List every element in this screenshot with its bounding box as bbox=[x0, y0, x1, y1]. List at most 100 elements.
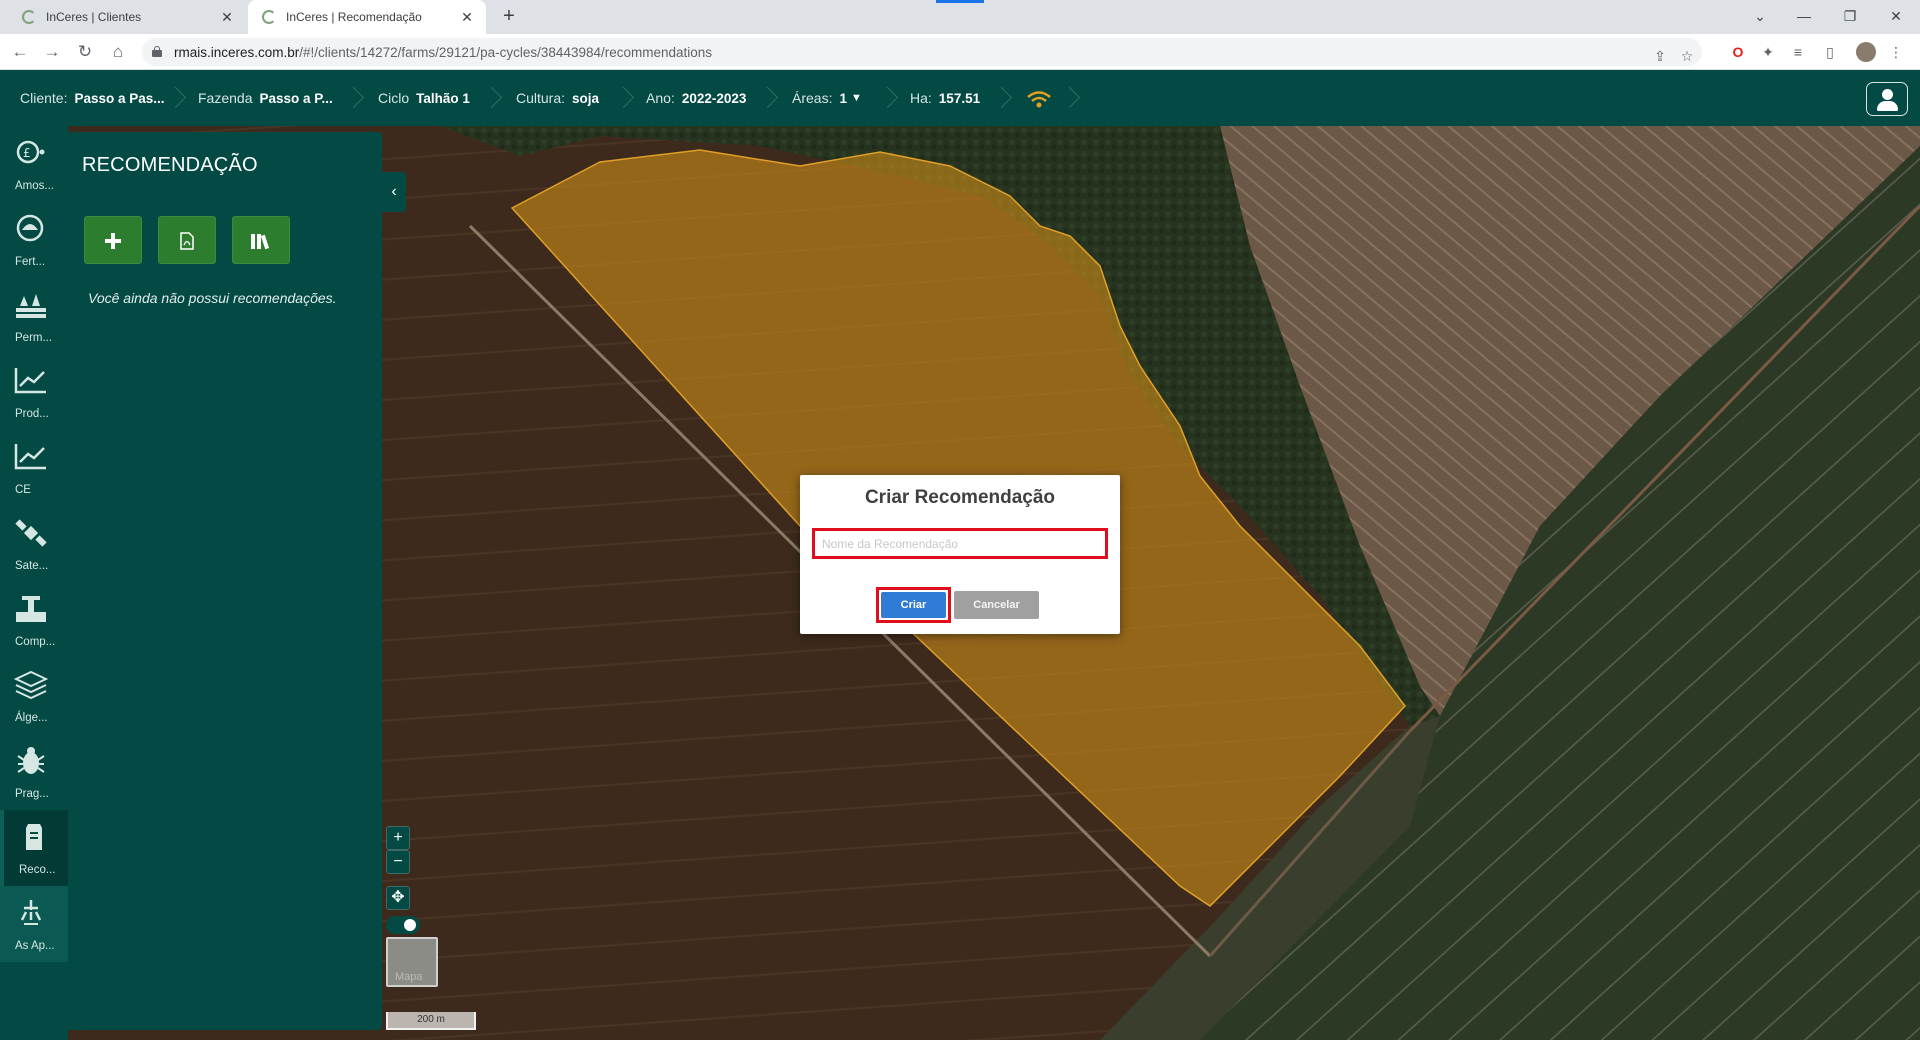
panel-title: RECOMENDAÇÃO bbox=[82, 154, 258, 176]
breadcrumb-separator bbox=[346, 86, 360, 110]
rail-item-amostragem[interactable]: £ Amos... bbox=[0, 126, 68, 202]
breadcrumb-value: soja bbox=[572, 90, 600, 106]
extensions-icon[interactable]: ✦ bbox=[1758, 42, 1778, 62]
reload-icon[interactable]: ↻ bbox=[73, 40, 97, 64]
wifi-icon bbox=[1027, 91, 1051, 108]
rail-item-pragas[interactable]: Prag... bbox=[0, 734, 68, 810]
rail-item-recomendacao[interactable]: Reco... bbox=[0, 810, 68, 886]
new-tab-button[interactable]: + bbox=[496, 5, 522, 29]
chevron-down-icon[interactable]: ▼ bbox=[851, 92, 862, 104]
close-tab-icon[interactable]: ✕ bbox=[458, 9, 476, 26]
lock-icon bbox=[152, 46, 162, 57]
rail-item-compactacao[interactable]: Comp... bbox=[0, 582, 68, 658]
breadcrumb-label: Ciclo bbox=[378, 90, 410, 106]
fertility-icon bbox=[16, 214, 44, 242]
breadcrumb-ano[interactable]: Ano: 2022-2023 bbox=[646, 70, 746, 126]
pdf-export-button[interactable] bbox=[158, 216, 216, 264]
browser-toolbar: ← → ↻ ⌂ rmais.inceres.com.br/#!/clients/… bbox=[0, 34, 1920, 70]
breadcrumb-separator bbox=[484, 86, 498, 110]
recommendation-panel: RECOMENDAÇÃO Você ainda não possui recom… bbox=[68, 132, 382, 1030]
collapse-panel-button[interactable]: ‹ bbox=[382, 172, 406, 212]
books-icon bbox=[251, 234, 270, 250]
browser-tab-recomendacao[interactable]: InCeres | Recomendação ✕ bbox=[248, 0, 486, 34]
menu-icon[interactable]: ⋮ bbox=[1886, 42, 1906, 62]
breadcrumb-label: Ano: bbox=[646, 90, 675, 106]
breadcrumb-value: Talhão 1 bbox=[416, 90, 470, 106]
address-bar[interactable]: rmais.inceres.com.br/#!/clients/14272/fa… bbox=[142, 38, 1702, 66]
rail-item-aplicacoes[interactable]: As Ap... bbox=[0, 886, 68, 962]
rail-item-ce[interactable]: CE bbox=[0, 430, 68, 506]
rail-item-produtividade[interactable]: Prod... bbox=[0, 354, 68, 430]
rail-item-permanente[interactable]: Perm... bbox=[0, 278, 68, 354]
add-recommendation-button[interactable] bbox=[84, 216, 142, 264]
pan-move-icon[interactable]: ✥ bbox=[386, 886, 410, 910]
restore-button[interactable]: ❐ bbox=[1830, 4, 1870, 28]
bug-icon bbox=[17, 747, 45, 774]
opera-icon[interactable]: O bbox=[1728, 42, 1748, 62]
breadcrumb-ciclo[interactable]: Ciclo Talhão 1 bbox=[378, 70, 470, 126]
zoom-in-button[interactable]: + bbox=[386, 826, 410, 850]
breadcrumb-separator bbox=[994, 86, 1008, 110]
browser-tab-clientes[interactable]: InCeres | Clientes ✕ bbox=[8, 0, 246, 34]
recommendation-name-input[interactable] bbox=[812, 528, 1108, 559]
bookmark-star-icon[interactable]: ☆ bbox=[1677, 46, 1697, 66]
breadcrumb-value: Passo a Pas... bbox=[74, 90, 165, 106]
rail-item-fertilidade[interactable]: Fert... bbox=[0, 202, 68, 278]
zoom-out-button[interactable]: − bbox=[386, 850, 410, 874]
layer-label: Mapa bbox=[395, 971, 423, 983]
close-window-button[interactable]: ✕ bbox=[1876, 4, 1916, 28]
rail-item-label: Álge... bbox=[15, 712, 48, 724]
user-menu-button[interactable] bbox=[1866, 82, 1908, 116]
scale-bar: 200 m bbox=[386, 1012, 476, 1030]
tab-search-icon[interactable]: ⌄ bbox=[1740, 4, 1780, 28]
cancel-button[interactable]: Cancelar bbox=[954, 591, 1039, 619]
library-button[interactable] bbox=[232, 216, 290, 264]
share-icon[interactable]: ⇪ bbox=[1650, 46, 1670, 66]
productivity-chart-icon bbox=[14, 368, 46, 394]
rail-item-satelite[interactable]: Sate... bbox=[0, 506, 68, 582]
layer-toggle[interactable] bbox=[386, 916, 420, 934]
pdf-file-icon bbox=[180, 232, 194, 250]
close-tab-icon[interactable]: ✕ bbox=[218, 9, 236, 26]
tab-title: InCeres | Clientes bbox=[46, 10, 142, 24]
back-icon[interactable]: ← bbox=[8, 40, 32, 64]
breadcrumb-cliente[interactable]: Cliente: Passo a Pas... bbox=[20, 70, 165, 126]
app-header: Cliente: Passo a Pas... Fazenda Passo a … bbox=[0, 70, 1920, 126]
create-button[interactable]: Criar bbox=[876, 587, 951, 623]
permanent-icon bbox=[16, 294, 46, 318]
minimize-button[interactable]: — bbox=[1784, 4, 1824, 28]
breadcrumb-value: 157.51 bbox=[938, 90, 981, 106]
breadcrumb-label: Ha: bbox=[910, 90, 932, 106]
profile-avatar[interactable] bbox=[1856, 42, 1876, 62]
rail-item-label: Prag... bbox=[15, 788, 49, 800]
create-recommendation-dialog: Criar Recomendação Criar Cancelar bbox=[800, 475, 1120, 634]
rail-item-label: Fert... bbox=[15, 256, 46, 268]
sampling-icon: £ bbox=[16, 140, 45, 164]
forward-icon[interactable]: → bbox=[40, 40, 64, 64]
tab-title: InCeres | Recomendação bbox=[286, 10, 422, 24]
breadcrumb-cultura[interactable]: Cultura: soja bbox=[516, 70, 599, 126]
breadcrumb-label: Áreas: bbox=[792, 90, 833, 106]
reading-list-icon[interactable]: ≡ bbox=[1788, 42, 1808, 62]
breadcrumb-separator bbox=[1062, 86, 1076, 110]
chevron-left-icon: ‹ bbox=[391, 183, 397, 200]
breadcrumb-fazenda[interactable]: Fazenda Passo a P... bbox=[198, 70, 333, 126]
url-text[interactable]: rmais.inceres.com.br/#!/clients/14272/fa… bbox=[174, 45, 712, 60]
breadcrumb-label: Cliente: bbox=[20, 90, 68, 106]
ce-chart-icon bbox=[14, 444, 46, 470]
svg-text:£: £ bbox=[23, 146, 31, 160]
module-sidebar: £ Amos... Fert... Perm... Prod... CE Sat… bbox=[0, 126, 68, 1040]
breadcrumb-separator bbox=[760, 86, 774, 110]
user-icon bbox=[1882, 89, 1893, 100]
plus-icon bbox=[105, 233, 121, 249]
home-icon[interactable]: ⌂ bbox=[106, 40, 130, 64]
map-layer-selector[interactable]: Mapa bbox=[386, 937, 438, 987]
side-panel-icon[interactable]: ▯ bbox=[1820, 42, 1840, 62]
rail-item-label: As Ap... bbox=[15, 940, 55, 952]
breadcrumb-ha: Ha: 157.51 bbox=[910, 70, 980, 126]
breadcrumb-areas[interactable]: Áreas: 1 ▼ bbox=[792, 70, 862, 126]
dialog-title: Criar Recomendação bbox=[864, 487, 1056, 508]
rail-item-algebra[interactable]: Álge... bbox=[0, 658, 68, 734]
rail-item-label: Reco... bbox=[19, 864, 56, 876]
breadcrumb-label: Cultura: bbox=[516, 90, 566, 106]
